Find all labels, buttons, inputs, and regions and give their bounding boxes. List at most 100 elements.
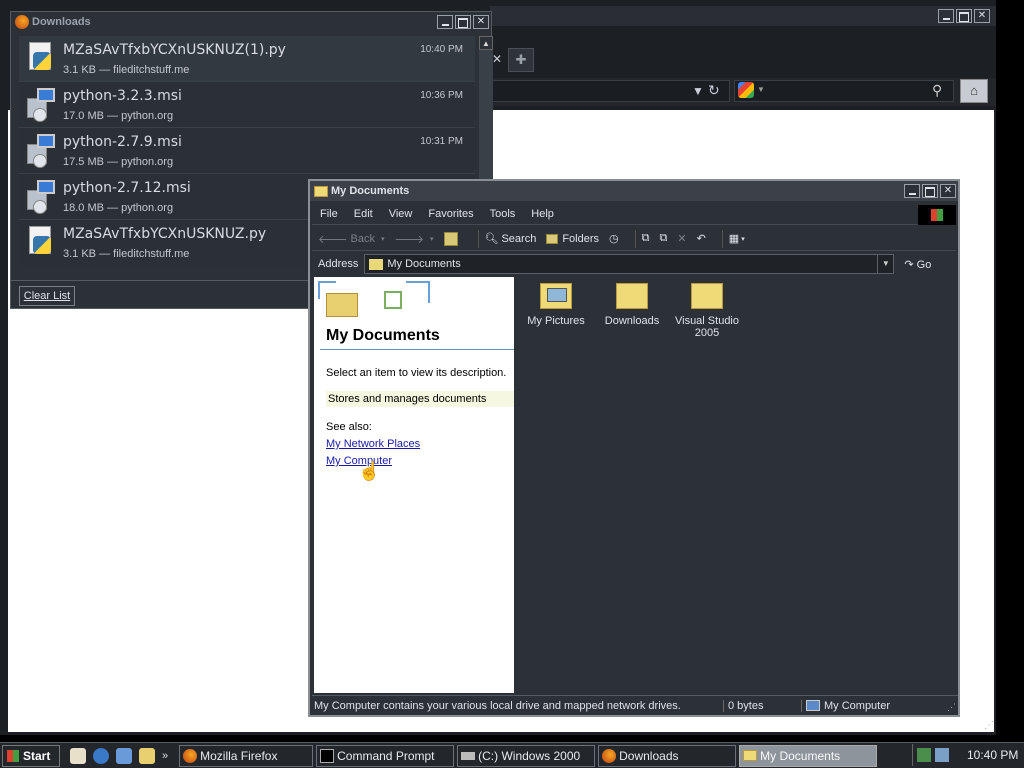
download-filename: MZaSAvTfxbYCXnUSKNUZ(1).py — [63, 42, 286, 58]
hand-cursor-icon: ☝ — [358, 461, 381, 481]
history-icon: ◷ — [609, 233, 619, 245]
move-to-button[interactable]: ⧉ — [642, 232, 650, 245]
task-label: (C:) Windows 2000 — [478, 748, 581, 763]
clear-list-button[interactable]: Clear List — [19, 286, 75, 306]
task-label: Downloads — [619, 748, 679, 763]
folder-label: Downloads — [604, 315, 660, 327]
quick-launch-more-icon[interactable]: » — [162, 750, 168, 762]
task-downloads[interactable]: Downloads — [598, 744, 737, 767]
address-dropdown-icon[interactable]: ▼ — [877, 255, 893, 273]
task-my-documents[interactable]: My Documents — [739, 744, 878, 767]
task-windows-2000-drive[interactable]: (C:) Windows 2000 — [457, 744, 596, 767]
reload-icon[interactable]: ↻ — [708, 82, 720, 99]
search-engine-caret-icon[interactable]: ▼ — [757, 85, 765, 94]
menu-help[interactable]: Help — [523, 208, 562, 220]
menu-view[interactable]: View — [381, 208, 421, 220]
explorer-icon[interactable] — [139, 747, 155, 764]
download-item[interactable]: python-3.2.3.msi 17.0 MB — python.org 10… — [19, 82, 475, 128]
download-filename: python-3.2.3.msi — [63, 88, 182, 104]
menu-edit[interactable]: Edit — [346, 208, 381, 220]
resize-grip-icon[interactable]: ⋰ — [984, 720, 994, 731]
url-history-dropdown-icon[interactable]: ▼ — [692, 84, 704, 98]
system-tray: 10:40 PM — [912, 744, 1024, 766]
download-time: 10:31 PM — [420, 136, 463, 147]
scroll-up-icon[interactable]: ▲ — [479, 36, 493, 50]
firefox-close-button[interactable]: ✕ — [974, 9, 990, 23]
network-tray-icon[interactable] — [917, 748, 931, 762]
folder-icon — [743, 750, 758, 761]
search-button[interactable]: 🔍︎ Search — [484, 232, 537, 246]
folder-label: Visual Studio 2005 — [674, 315, 739, 339]
views-button[interactable]: ▦ ▾ — [729, 232, 745, 245]
download-time: 10:36 PM — [420, 90, 463, 101]
explorer-minimize-button[interactable] — [904, 184, 920, 198]
menu-tools[interactable]: Tools — [482, 208, 524, 220]
explorer-titlebar: My Documents ✕ — [310, 181, 958, 201]
task-mozilla-firefox[interactable]: Mozilla Firefox — [179, 744, 314, 767]
firefox-window-controls: ✕ — [938, 9, 992, 23]
download-filename: python-2.7.9.msi — [63, 134, 182, 150]
firefox-minimize-button[interactable] — [938, 9, 954, 23]
status-bar: My Computer contains your various local … — [312, 695, 958, 715]
firefox-maximize-button[interactable] — [956, 9, 972, 23]
folder-item-my-pictures[interactable]: My Pictures — [518, 279, 594, 327]
search-magnifier-icon[interactable]: ⚲ — [932, 82, 942, 99]
copy-to-button[interactable]: ⧉ — [659, 232, 667, 245]
python-file-icon — [23, 224, 59, 264]
folders-icon — [546, 233, 559, 244]
msi-installer-icon — [23, 132, 59, 172]
forward-button[interactable]: 🡒 ▾ — [394, 232, 433, 246]
downloads-maximize-button[interactable] — [455, 15, 471, 29]
go-button[interactable]: ↷ Go — [904, 258, 931, 271]
downloads-minimize-button[interactable] — [437, 15, 453, 29]
file-view: My Pictures Downloads Visual Studio 2005 — [514, 277, 956, 693]
delete-button[interactable]: ✕ — [677, 232, 686, 245]
volume-tray-icon[interactable] — [935, 748, 949, 762]
go-label: Go — [916, 258, 932, 271]
my-pictures-folder-icon — [540, 283, 572, 309]
downloads-close-button[interactable]: ✕ — [473, 15, 489, 29]
download-item[interactable]: MZaSAvTfxbYCXnUSKNUZ(1).py 3.1 KB — file… — [19, 36, 475, 82]
resize-grip-icon[interactable]: ⋰ — [947, 702, 956, 713]
undo-icon: ↶ — [696, 233, 706, 245]
search-label: Search — [501, 232, 537, 245]
internet-explorer-icon[interactable] — [93, 747, 109, 764]
back-button[interactable]: 🡐 Back ▾ — [318, 232, 384, 246]
task-command-prompt[interactable]: Command Prompt — [316, 744, 455, 767]
status-message: My Computer contains your various local … — [312, 699, 724, 712]
home-button[interactable]: ⌂ — [960, 79, 988, 103]
folder-item-visual-studio-2005[interactable]: Visual Studio 2005 — [669, 279, 745, 339]
tab-close-icon[interactable]: ✕ — [492, 52, 502, 66]
drive-icon — [461, 751, 476, 760]
address-input[interactable]: My Documents ▼ — [364, 254, 895, 274]
download-item[interactable]: python-2.7.9.msi 17.5 MB — python.org 10… — [19, 128, 475, 174]
panel-heading: My Documents — [326, 327, 440, 344]
menu-favorites[interactable]: Favorites — [420, 208, 481, 220]
go-arrow-icon: ↷ — [904, 258, 914, 271]
explorer-menubar: File Edit View Favorites Tools Help — [312, 203, 956, 225]
search-icon: 🔍︎ — [484, 233, 499, 245]
menu-file[interactable]: File — [312, 208, 346, 220]
my-network-places-link[interactable]: My Network Places — [326, 438, 420, 450]
up-folder-button[interactable] — [443, 231, 462, 246]
history-button[interactable]: ◷ — [609, 232, 619, 245]
views-dropdown-icon[interactable]: ▾ — [741, 235, 745, 243]
new-tab-button[interactable]: ✚ — [508, 48, 534, 72]
toolbar-separator — [721, 229, 723, 248]
folders-button[interactable]: Folders — [546, 233, 599, 245]
back-dropdown-icon[interactable]: ▾ — [381, 235, 385, 243]
show-desktop-icon[interactable] — [70, 747, 86, 764]
outlook-express-icon[interactable] — [116, 747, 132, 764]
explorer-close-button[interactable]: ✕ — [940, 184, 956, 198]
forward-dropdown-icon[interactable]: ▾ — [430, 235, 434, 243]
folder-item-downloads[interactable]: Downloads — [594, 279, 670, 327]
back-label: Back — [350, 232, 375, 245]
google-search-engine-icon[interactable] — [738, 82, 754, 98]
clock[interactable]: 10:40 PM — [967, 748, 1018, 762]
undo-button[interactable]: ↶ — [697, 232, 706, 245]
start-button[interactable]: Start — [2, 744, 60, 767]
explorer-maximize-button[interactable] — [922, 184, 938, 198]
panel-description: Stores and manages documents — [326, 391, 514, 407]
search-bar[interactable] — [734, 80, 954, 102]
banner-decoration — [406, 281, 430, 303]
